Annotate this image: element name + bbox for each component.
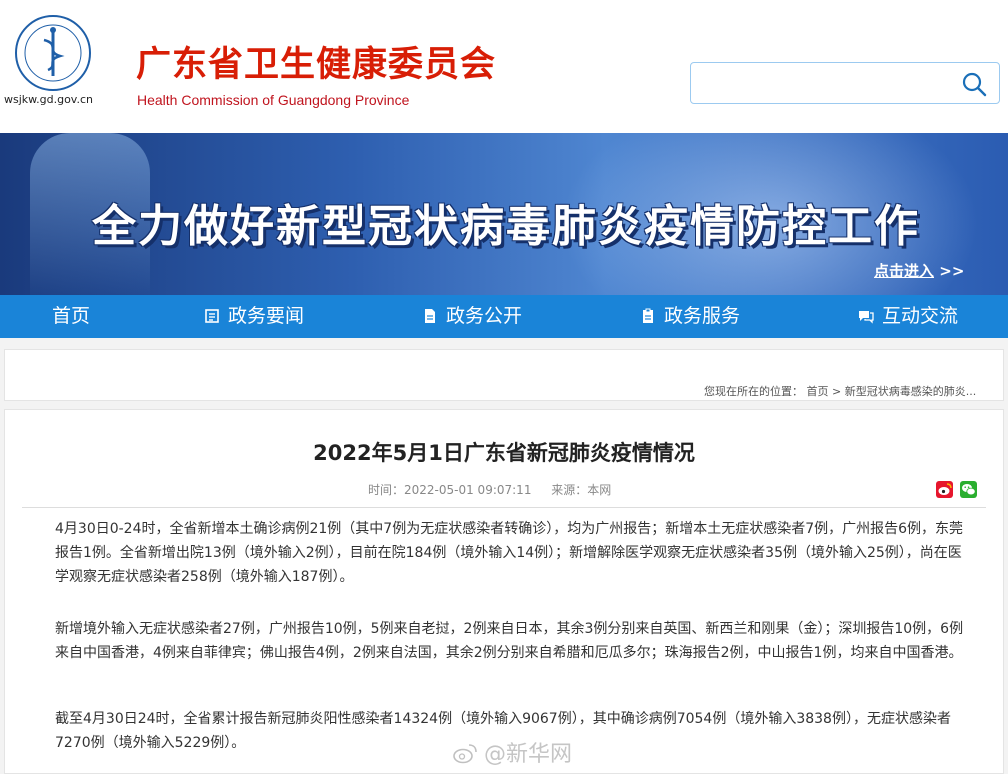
- search-input[interactable]: [701, 63, 955, 103]
- banner-enter-arrow: >>: [939, 262, 965, 280]
- article-paragraph-1: 4月30日0-24时，全省新增本土确诊病例21例（其中7例为无症状感染者转确诊）…: [55, 521, 964, 585]
- wechat-share-icon[interactable]: [960, 481, 977, 498]
- nav-item-news[interactable]: 政务要闻: [204, 295, 304, 338]
- watermark-text: @新华网: [484, 742, 573, 767]
- search-icon[interactable]: [961, 71, 987, 97]
- banner-enter-label[interactable]: 点击进入: [874, 262, 934, 280]
- article-divider: [22, 507, 986, 508]
- news-icon: [205, 309, 219, 323]
- commission-logo[interactable]: [14, 14, 92, 92]
- banner-enter-link[interactable]: 点击进入 >>: [874, 260, 964, 281]
- breadcrumb-prefix: 您现在所在的位置：: [704, 385, 803, 398]
- search-box: [690, 62, 1000, 104]
- article-time: 时间：2022-05-01 09:07:11: [368, 483, 532, 497]
- nav-item-label: 互动交流: [882, 305, 959, 327]
- breadcrumb-current-link[interactable]: 新型冠状病毒感染的肺炎...: [845, 385, 977, 398]
- chat-icon: [859, 311, 874, 324]
- article-meta: 时间：2022-05-01 09:07:11 来源：本网: [368, 481, 627, 498]
- weibo-icon: [453, 744, 477, 764]
- clipboard-icon: [643, 308, 653, 323]
- nav-item-interaction[interactable]: 互动交流: [858, 295, 958, 338]
- xinhua-watermark: @新华网: [452, 736, 572, 768]
- main-nav: 首页 政务要闻 政务公开 政务服务 互动交流: [0, 295, 1008, 338]
- site-domain: wsjkw.gd.gov.cn: [4, 93, 93, 106]
- breadcrumb-separator: >: [832, 385, 842, 398]
- site-header: wsjkw.gd.gov.cn 广东省卫生健康委员会 Health Commis…: [0, 0, 1008, 133]
- nav-item-label: 政务服务: [664, 305, 741, 327]
- document-icon: [425, 309, 435, 323]
- breadcrumb: 您现在所在的位置： 首页 > 新型冠状病毒感染的肺炎...: [704, 383, 976, 399]
- breadcrumb-home-link[interactable]: 首页: [807, 385, 829, 398]
- article-title: 2022年5月1日广东省新冠肺炎疫情情况: [313, 441, 695, 465]
- org-name-cn[interactable]: 广东省卫生健康委员会: [136, 36, 496, 87]
- banner-title: 全力做好新型冠状病毒肺炎疫情防控工作: [92, 201, 920, 252]
- nav-item-label: 首页: [52, 305, 91, 327]
- nav-item-label: 政务公开: [446, 305, 523, 327]
- article-paragraph-2: 新增境外输入无症状感染者27例，广州报告10例，5例来自老挝，2例来自日本，其余…: [55, 621, 964, 661]
- nav-item-home[interactable]: 首页: [52, 295, 90, 338]
- weibo-share-icon[interactable]: [936, 481, 953, 498]
- nav-item-public[interactable]: 政务公开: [422, 295, 522, 338]
- covid-banner[interactable]: 全力做好新型冠状病毒肺炎疫情防控工作 点击进入 >>: [0, 133, 1008, 295]
- nav-item-service[interactable]: 政务服务: [640, 295, 740, 338]
- org-name-en: Health Commission of Guangdong Province: [137, 92, 410, 108]
- article-source: 来源：本网: [551, 483, 612, 497]
- nav-item-label: 政务要闻: [228, 305, 305, 327]
